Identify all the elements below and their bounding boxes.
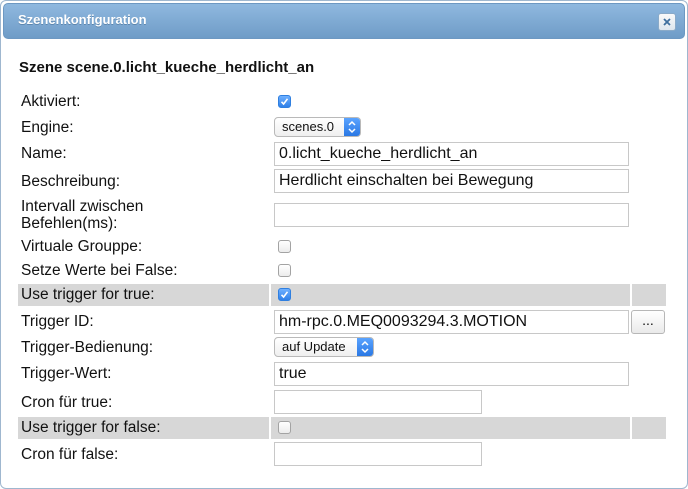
label-aktiviert: Aktiviert: (21, 93, 81, 110)
setze-werte-checkbox[interactable] (278, 264, 291, 277)
label-trigger-bedienung: Trigger-Bedienung: (21, 339, 154, 356)
row-beschreibung: Beschreibung: Herdlicht einschalten bei … (18, 169, 666, 193)
chevron-updown-icon (361, 340, 369, 354)
column-divider (269, 284, 271, 306)
label-name: Name: (21, 145, 67, 162)
row-setze-werte: Setze Werte bei False: (18, 261, 666, 281)
row-trigger-id: Trigger ID: hm-rpc.0.MEQ0093294.3.MOTION… (18, 310, 666, 334)
row-aktiviert: Aktiviert: (18, 92, 666, 112)
row-cron-true: Cron für true: (18, 390, 666, 414)
trigger-true-checkbox[interactable] (278, 288, 291, 301)
scene-heading: Szene scene.0.licht_kueche_herdlicht_an (19, 59, 315, 76)
checkmark-icon (280, 291, 289, 299)
select-arrow (357, 338, 373, 356)
label-virtuale-gruppe: Virtuale Grouppe: (21, 238, 143, 255)
label-trigger-false: Use trigger for false: (21, 419, 161, 436)
intervall-input[interactable] (274, 203, 629, 227)
chevron-updown-icon (348, 120, 356, 134)
cron-true-input[interactable] (274, 390, 482, 414)
trigger-id-input[interactable]: hm-rpc.0.MEQ0093294.3.MOTION (274, 310, 629, 334)
label-trigger-wert: Trigger-Wert: (21, 365, 112, 382)
row-trigger-false: Use trigger for false: (18, 417, 666, 439)
trigger-bedienung-select-value: auf Update (282, 339, 346, 354)
label-trigger-id: Trigger ID: (21, 313, 94, 330)
engine-select[interactable]: scenes.0 (274, 117, 361, 137)
label-cron-true: Cron für true: (21, 394, 113, 411)
row-virtuale-gruppe: Virtuale Grouppe: (18, 237, 666, 257)
row-intervall: Intervall zwischen Befehlen(ms): (18, 197, 666, 235)
select-trigger-id-button[interactable]: ... (631, 310, 665, 334)
label-setze-werte: Setze Werte bei False: (21, 262, 178, 279)
beschreibung-input[interactable]: Herdlicht einschalten bei Bewegung (274, 169, 629, 193)
column-divider (269, 417, 271, 439)
label-beschreibung: Beschreibung: (21, 173, 121, 190)
checkmark-icon (280, 98, 289, 106)
trigger-bedienung-select[interactable]: auf Update (274, 337, 374, 357)
row-name: Name: 0.licht_kueche_herdlicht_an (18, 142, 666, 166)
column-divider (630, 417, 632, 439)
trigger-false-checkbox[interactable] (278, 421, 291, 434)
row-trigger-wert: Trigger-Wert: true (18, 362, 666, 386)
aktiviert-checkbox[interactable] (278, 95, 291, 108)
scene-config-dialog: Szenenkonfiguration Szene scene.0.licht_… (0, 0, 688, 489)
row-trigger-true: Use trigger for true: (18, 284, 666, 306)
row-engine: Engine: scenes.0 (18, 117, 666, 139)
label-engine: Engine: (21, 119, 74, 136)
label-cron-false: Cron für false: (21, 446, 119, 463)
label-trigger-true: Use trigger for true: (21, 286, 155, 303)
close-button[interactable] (658, 13, 676, 31)
cron-false-input[interactable] (274, 442, 482, 466)
trigger-wert-input[interactable]: true (274, 362, 629, 386)
close-icon (663, 18, 671, 26)
label-intervall: Intervall zwischen Befehlen(ms): (21, 198, 144, 232)
row-trigger-bedienung: Trigger-Bedienung: auf Update (18, 337, 666, 359)
engine-select-value: scenes.0 (282, 119, 335, 134)
name-input[interactable]: 0.licht_kueche_herdlicht_an (274, 142, 629, 166)
virtuale-gruppe-checkbox[interactable] (278, 240, 291, 253)
dialog-title: Szenenkonfiguration (18, 12, 147, 27)
select-arrow (344, 118, 360, 136)
dialog-titlebar[interactable]: Szenenkonfiguration (3, 3, 685, 39)
column-divider (630, 284, 632, 306)
row-cron-false: Cron für false: (18, 442, 666, 466)
